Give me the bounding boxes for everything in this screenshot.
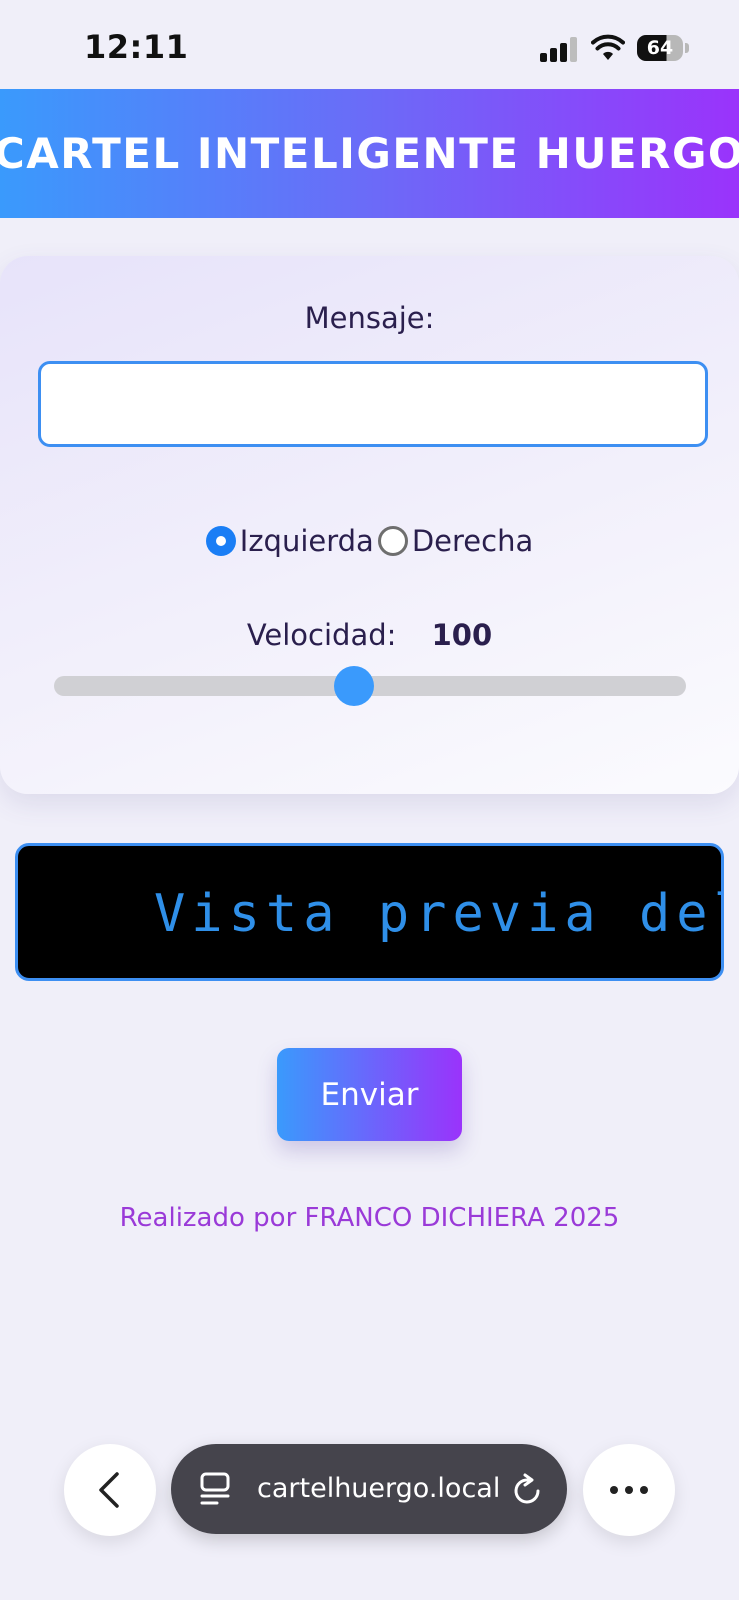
reload-icon[interactable]: [511, 1472, 545, 1508]
url-text: cartelhuergo.local: [257, 1473, 501, 1504]
back-icon: [99, 1472, 119, 1508]
wifi-icon: [591, 34, 625, 60]
page-header: CARTEL INTELIGENTE HUERGO: [0, 89, 739, 218]
message-label: Mensaje:: [304, 301, 435, 335]
speed-value: 100: [431, 618, 493, 652]
more-icon: [610, 1486, 648, 1494]
message-preview: Vista previa del mensaje: [15, 843, 724, 981]
radio-izquierda-label[interactable]: Izquierda: [240, 524, 374, 558]
status-time: 12:11: [84, 28, 189, 66]
address-bar[interactable]: cartelhuergo.local: [171, 1444, 567, 1534]
footer-credit: Realizado por FRANCO DICHIERA 2025: [119, 1203, 620, 1233]
more-button[interactable]: [583, 1444, 675, 1536]
message-input[interactable]: [38, 361, 708, 447]
direction-radio-group: Izquierda Derecha: [0, 524, 739, 558]
send-button[interactable]: Enviar: [277, 1048, 462, 1141]
battery-icon: 64: [637, 35, 689, 63]
browser-toolbar: cartelhuergo.local: [0, 1444, 739, 1536]
speed-label: Velocidad:: [246, 618, 397, 652]
status-bar: 12:11 64: [0, 0, 739, 88]
radio-derecha-label[interactable]: Derecha: [412, 524, 533, 558]
preview-text: Vista previa del mensaje: [154, 884, 721, 944]
speed-slider[interactable]: [54, 666, 686, 706]
speed-slider-thumb[interactable]: [334, 666, 375, 706]
back-button[interactable]: [64, 1444, 156, 1536]
radio-derecha[interactable]: [377, 526, 408, 556]
battery-level: 64: [637, 35, 683, 61]
settings-card: Mensaje: Izquierda Derecha Velocidad: 10…: [0, 256, 739, 794]
page-title: CARTEL INTELIGENTE HUERGO: [0, 129, 739, 178]
cellular-signal-icon: [540, 36, 578, 62]
tabs-icon: [200, 1472, 230, 1505]
speed-row: Velocidad: 100: [0, 618, 739, 652]
radio-izquierda[interactable]: [205, 526, 236, 556]
